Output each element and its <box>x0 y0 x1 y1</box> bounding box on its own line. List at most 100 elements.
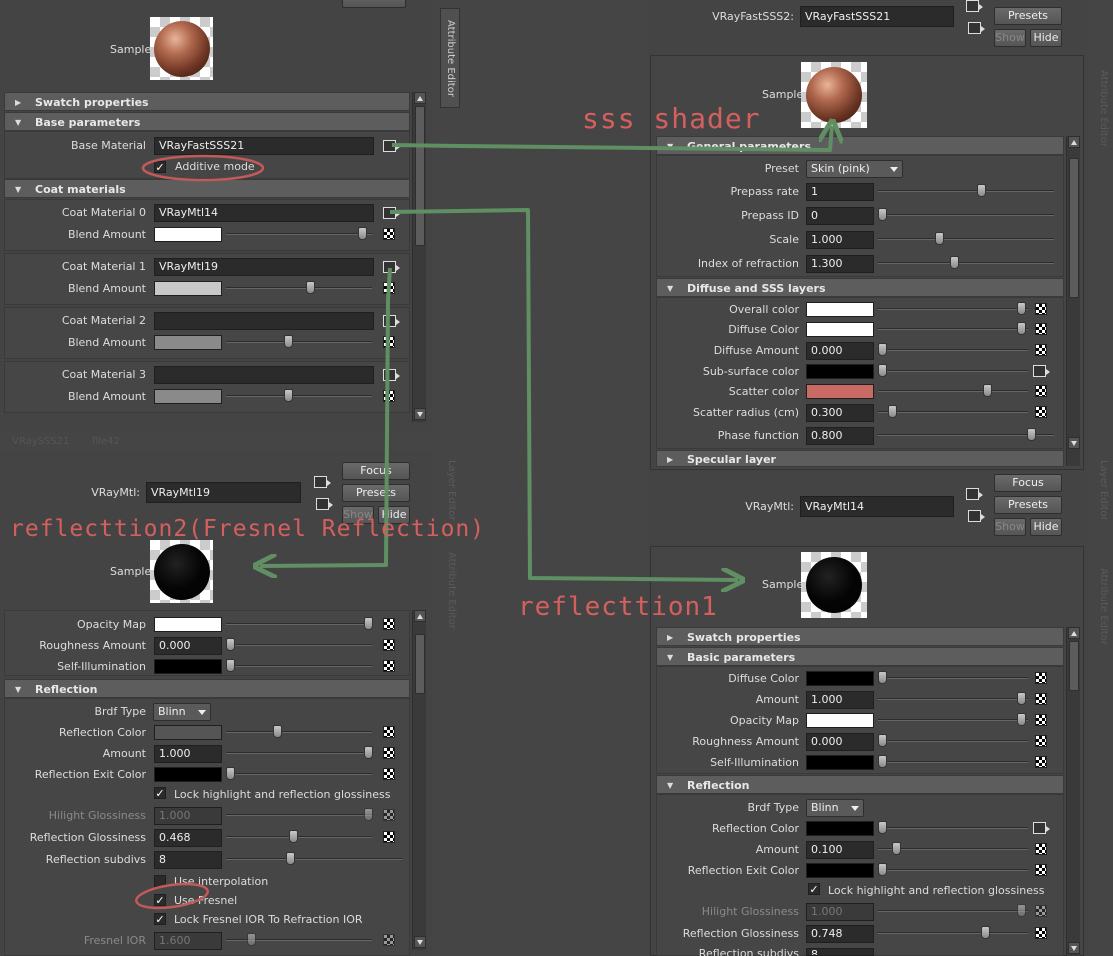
coat-material-connect-icon[interactable] <box>383 369 400 381</box>
swatch-properties-header[interactable]: ▶ Swatch properties <box>4 92 410 111</box>
general-param-field[interactable]: 0 <box>806 207 874 225</box>
amount-slider-knob[interactable] <box>1017 692 1026 705</box>
overall-color-texture-icon[interactable] <box>1035 303 1047 315</box>
reflection-color-slider-knob[interactable] <box>273 725 282 738</box>
diffuse-color-slider-knob[interactable] <box>878 671 887 684</box>
output-connection-icon[interactable] <box>968 22 985 34</box>
attribute-editor-tab-left[interactable]: Attribute Editor <box>440 8 460 108</box>
attribute-editor-tab-left-faint[interactable]: Attribute Editor <box>440 540 460 640</box>
scatter-color-slider-knob[interactable] <box>983 384 992 397</box>
fresnel-ior-field[interactable]: 1.600 <box>154 932 222 950</box>
subsurface-slider-knob[interactable] <box>878 364 887 377</box>
coat-materials-header[interactable]: ▼ Coat materials <box>4 179 410 198</box>
layer-editor-tab-right[interactable]: Layer Editor <box>1092 450 1112 530</box>
blend-amount-texture-icon[interactable] <box>383 228 395 240</box>
left-top-scrollbar[interactable] <box>412 92 426 422</box>
self-illumination-swatch[interactable] <box>806 755 874 770</box>
overall-color-swatch[interactable] <box>806 302 874 317</box>
presets-button[interactable]: Presets <box>342 484 410 502</box>
scatter-radius-field[interactable]: 0.300 <box>806 404 874 422</box>
scatter-color-texture-icon[interactable] <box>1035 385 1047 397</box>
reflection-color-texture-icon[interactable] <box>383 726 395 738</box>
self-illumination-texture-icon[interactable] <box>1035 756 1047 768</box>
vraymtl-name-field[interactable]: VRayMtl14 <box>800 496 954 517</box>
output-connection-icon[interactable] <box>968 510 985 522</box>
blend-amount-swatch[interactable] <box>154 335 222 350</box>
blend-amount-swatch[interactable] <box>154 389 222 404</box>
reflection-glossiness-field[interactable]: 0.748 <box>806 925 874 943</box>
diffuse-color-texture-icon[interactable] <box>1035 323 1047 335</box>
left-bottom-scrollbar[interactable] <box>412 610 426 950</box>
amount-slider-knob[interactable] <box>364 746 373 759</box>
reflection-subdivs-field[interactable]: 8 <box>806 948 874 956</box>
general-param-slider-knob[interactable] <box>950 256 959 269</box>
reflection-glossiness-texture-icon[interactable] <box>383 831 395 843</box>
basic-parameters-header[interactable]: ▼ Basic parameters <box>656 647 1064 666</box>
blend-amount-swatch[interactable] <box>154 281 222 296</box>
opacity-map-swatch[interactable] <box>806 713 874 728</box>
phase-function-field[interactable]: 0.800 <box>806 427 874 445</box>
presets-button[interactable]: Presets <box>994 496 1062 514</box>
output-connection-icon[interactable] <box>316 498 333 510</box>
focus-button[interactable]: Focus <box>342 462 410 480</box>
reflection-color-connected-icon[interactable] <box>1033 822 1050 834</box>
amount-field[interactable]: 1.000 <box>154 745 222 763</box>
roughness-slider-knob[interactable] <box>878 734 887 747</box>
diffuse-color-texture-icon[interactable] <box>1035 672 1047 684</box>
coat-material-field[interactable] <box>154 366 374 384</box>
lock-fresnel-ior-checkbox[interactable]: ✓ <box>154 913 166 925</box>
attribute-editor-tab-right[interactable]: Attribute Editor <box>1092 58 1112 158</box>
focus-button[interactable]: Focus <box>994 474 1062 492</box>
general-param-slider-knob[interactable] <box>935 232 944 245</box>
self-illumination-slider-knob[interactable] <box>226 659 235 672</box>
fresnel-ior-texture-icon[interactable] <box>383 934 395 946</box>
exit-color-slider-knob[interactable] <box>878 863 887 876</box>
diffuse-amount-slider-knob[interactable] <box>878 343 887 356</box>
base-material-connect-icon[interactable] <box>383 140 400 152</box>
refl-amount-slider-knob[interactable] <box>892 842 901 855</box>
hilight-glossiness-field[interactable]: 1.000 <box>806 903 874 921</box>
blend-amount-slider-knob[interactable] <box>284 389 293 402</box>
coat-material-field[interactable] <box>154 312 374 330</box>
reflection-exit-color-swatch[interactable] <box>806 863 874 878</box>
base-material-field[interactable]: VRayFastSSS21 <box>154 137 374 155</box>
roughness-texture-icon[interactable] <box>1035 735 1047 747</box>
use-interpolation-checkbox[interactable] <box>154 875 166 887</box>
show-button[interactable]: Show <box>994 29 1026 47</box>
general-param-field[interactable]: 1.000 <box>806 231 874 249</box>
use-fresnel-checkbox[interactable]: ✓ <box>154 894 166 906</box>
lock-highlight-checkbox[interactable]: ✓ <box>808 883 820 895</box>
presets-button[interactable]: Presets <box>994 7 1062 25</box>
scatter-radius-slider-knob[interactable] <box>888 405 897 418</box>
additive-mode-checkbox[interactable]: ✓ <box>154 161 166 173</box>
hilight-texture-icon[interactable] <box>1035 905 1047 917</box>
blend-amount-slider-knob[interactable] <box>284 335 293 348</box>
refl-amount-texture-icon[interactable] <box>1035 843 1047 855</box>
roughness-slider-knob[interactable] <box>226 638 235 651</box>
reflection-color-swatch[interactable] <box>806 821 874 836</box>
coat-material-connect-icon[interactable] <box>383 261 400 273</box>
hilight-slider-knob[interactable] <box>1017 904 1026 917</box>
scatter-color-swatch[interactable] <box>806 384 874 399</box>
right-top-scrollbar[interactable] <box>1066 136 1080 466</box>
reflection-exit-color-swatch[interactable] <box>154 767 222 782</box>
roughness-amount-field[interactable]: 0.000 <box>806 733 874 751</box>
hilight-texture-icon[interactable] <box>383 809 395 821</box>
specular-layer-header[interactable]: ▶ Specular layer <box>656 450 1064 467</box>
faint-tab-vraysss[interactable]: VRaySSS21 <box>12 436 69 447</box>
reflection-glossiness-field[interactable]: 0.468 <box>154 829 222 847</box>
vrayfastsss-name-field[interactable]: VRayFastSSS21 <box>800 6 954 27</box>
blend-amount-texture-icon[interactable] <box>383 390 395 402</box>
reflection-color-swatch[interactable] <box>154 725 222 740</box>
opacity-map-slider-knob[interactable] <box>364 617 373 630</box>
general-param-field[interactable]: 1.300 <box>806 255 874 273</box>
roughness-amount-field[interactable]: 0.000 <box>154 637 222 655</box>
brdf-type-dropdown[interactable]: Blinn <box>153 703 211 721</box>
reflection-glossiness-texture-icon[interactable] <box>1035 927 1047 939</box>
exit-color-texture-icon[interactable] <box>1035 864 1047 876</box>
amount-field[interactable]: 1.000 <box>806 691 874 709</box>
amount-texture-icon[interactable] <box>1035 693 1047 705</box>
coat-material-field[interactable]: VRayMtl19 <box>154 258 374 276</box>
right-bottom-scrollbar[interactable] <box>1066 627 1080 956</box>
coat-material-connect-icon[interactable] <box>383 207 400 219</box>
